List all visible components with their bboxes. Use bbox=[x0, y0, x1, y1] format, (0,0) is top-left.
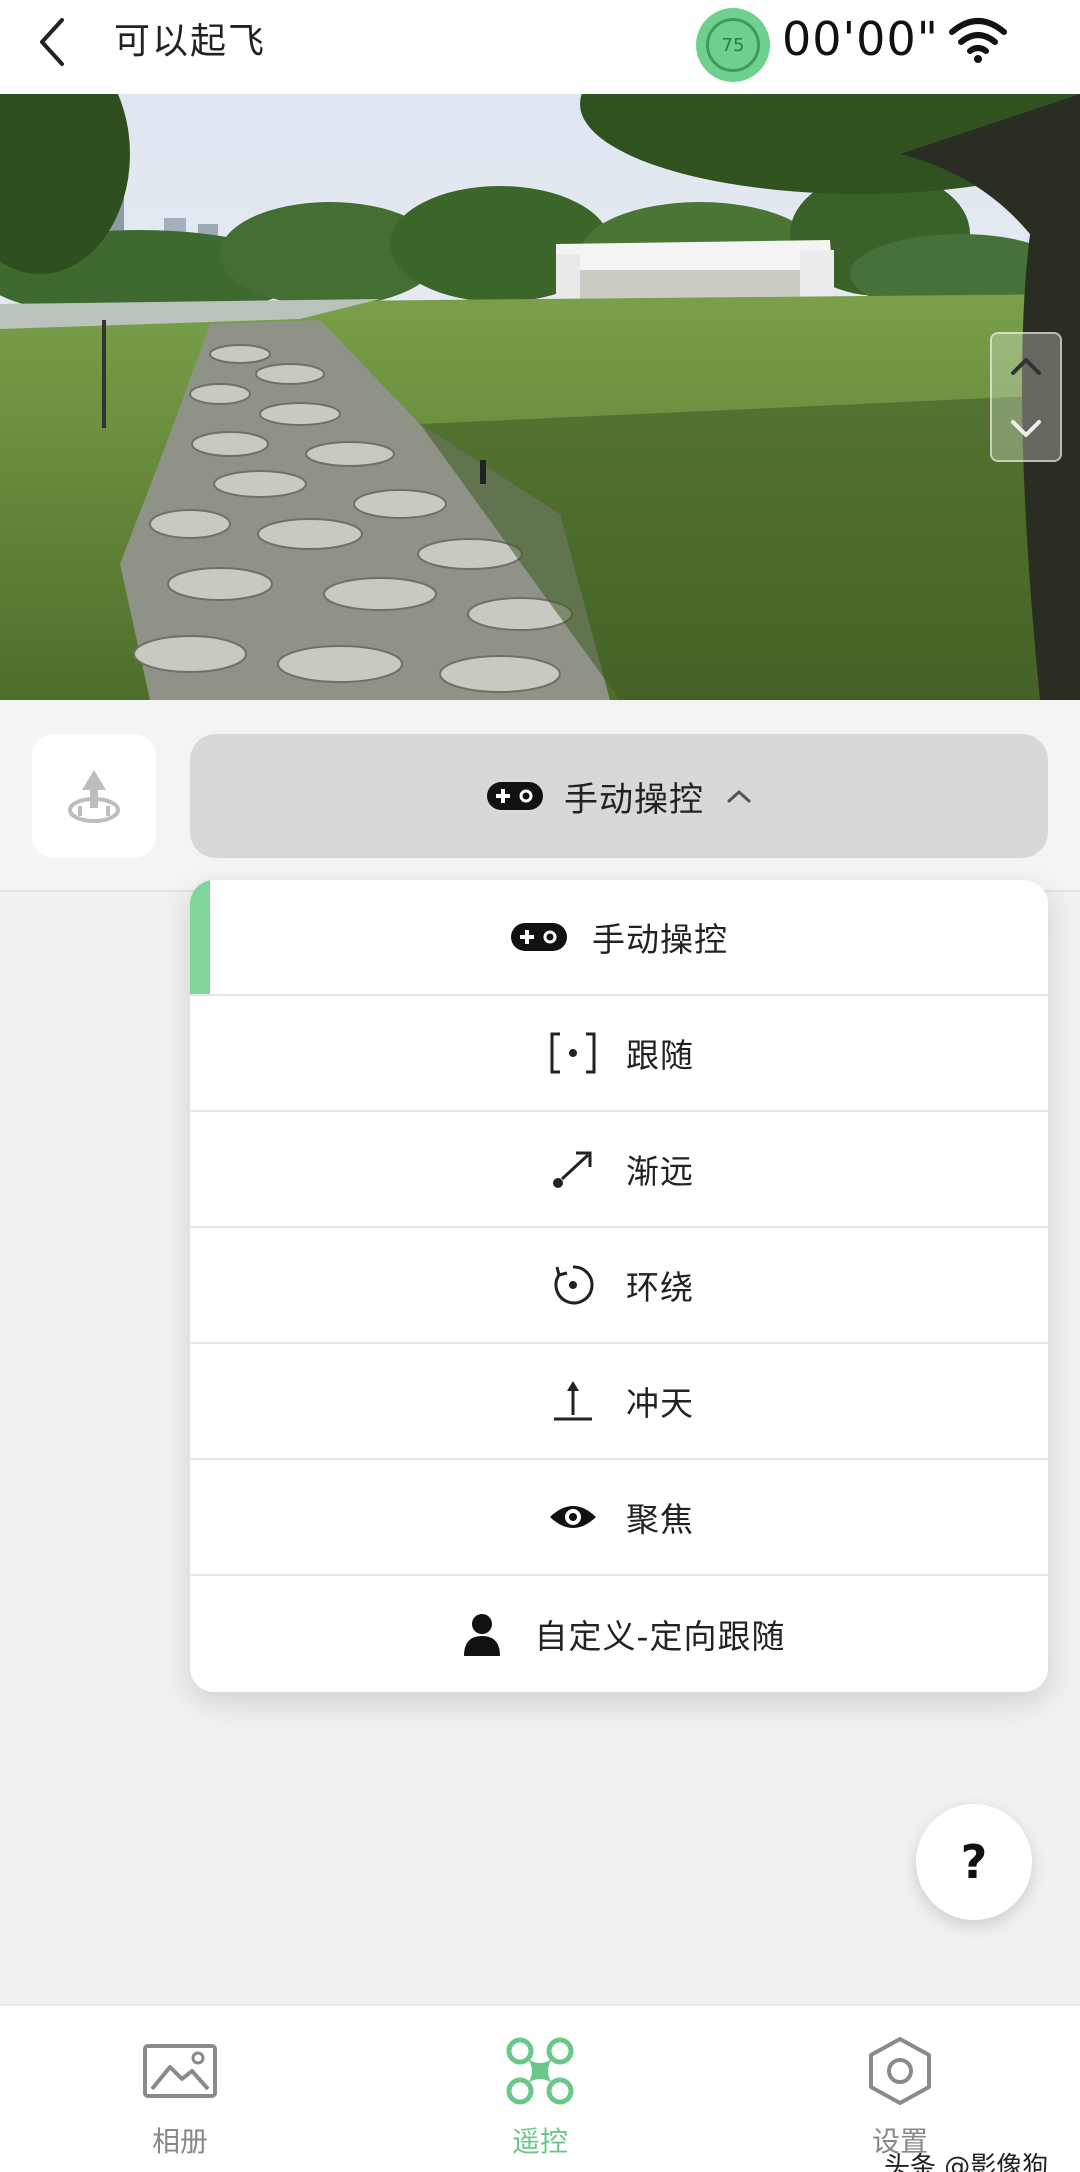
gimbal-down-button[interactable] bbox=[992, 397, 1060, 460]
camera-live-view[interactable] bbox=[0, 94, 1080, 700]
hexagon-settings-icon bbox=[869, 2037, 931, 2105]
menu-item-dronie[interactable]: 渐远 bbox=[190, 1112, 1048, 1228]
focus-frame-icon bbox=[550, 1032, 596, 1074]
menu-item-spotlight[interactable]: 聚焦 bbox=[190, 1460, 1048, 1576]
nav-item-remote-control[interactable]: 遥控 bbox=[450, 2036, 630, 2166]
gamepad-icon bbox=[511, 923, 567, 951]
takeoff-icon bbox=[68, 770, 120, 823]
orbit-icon bbox=[554, 1265, 594, 1305]
watermark-text: 头条 @影像狗 bbox=[884, 2152, 1049, 2172]
selected-indicator bbox=[190, 880, 210, 994]
menu-item-label: 自定义-定向跟随 bbox=[534, 1617, 786, 1656]
person-icon bbox=[463, 1614, 500, 1656]
menu-item-custom-directional-follow[interactable]: 自定义-定向跟随 bbox=[190, 1576, 1048, 1692]
gimbal-control bbox=[990, 332, 1062, 462]
menu-item-label: 跟随 bbox=[626, 1036, 694, 1075]
chevron-up-icon bbox=[1011, 357, 1041, 375]
menu-item-manual-control[interactable]: 手动操控 bbox=[190, 880, 1048, 996]
nav-item-gallery[interactable]: 相册 bbox=[90, 2036, 270, 2166]
menu-item-rocket[interactable]: 冲天 bbox=[190, 1344, 1048, 1460]
wifi-icon bbox=[949, 18, 1007, 63]
flight-status-title: 可以起飞 bbox=[114, 21, 267, 62]
menu-item-label: 手动操控 bbox=[592, 920, 728, 959]
rocket-up-icon bbox=[554, 1381, 592, 1421]
nav-label: 遥控 bbox=[511, 2125, 568, 2158]
menu-item-label: 渐远 bbox=[626, 1152, 694, 1191]
control-strip: 手动操控 bbox=[0, 700, 1080, 892]
app-screen: 可以起飞 75 00'00" 手动操控 手动操控 跟随 渐远 环绕 冲天 聚焦 … bbox=[0, 0, 1080, 2172]
help-button[interactable]: ? bbox=[916, 1804, 1032, 1920]
chevron-down-icon bbox=[1011, 419, 1041, 437]
flight-mode-selector[interactable]: 手动操控 bbox=[190, 734, 1048, 858]
camera-feed-image bbox=[0, 94, 1080, 700]
menu-item-follow[interactable]: 跟随 bbox=[190, 996, 1048, 1112]
nav-label: 相册 bbox=[151, 2125, 208, 2158]
battery-indicator: 75 bbox=[696, 8, 770, 82]
chevron-left-icon bbox=[40, 18, 64, 66]
flight-mode-menu: 手动操控 跟随 渐远 环绕 冲天 聚焦 自定义-定向跟随 bbox=[190, 880, 1048, 1692]
menu-item-orbit[interactable]: 环绕 bbox=[190, 1228, 1048, 1344]
eye-icon bbox=[550, 1506, 596, 1528]
battery-percent: 75 bbox=[706, 18, 760, 72]
menu-item-label: 聚焦 bbox=[626, 1500, 694, 1539]
gamepad-icon bbox=[487, 782, 543, 810]
chevron-up-icon bbox=[727, 790, 751, 803]
current-mode-label: 手动操控 bbox=[564, 779, 704, 820]
back-button[interactable] bbox=[30, 10, 80, 70]
drone-icon bbox=[506, 2037, 574, 2105]
menu-item-label: 环绕 bbox=[626, 1268, 694, 1307]
takeoff-button[interactable] bbox=[32, 734, 156, 858]
menu-item-label: 冲天 bbox=[626, 1384, 694, 1423]
top-status-bar: 可以起飞 75 00'00" bbox=[0, 0, 1080, 94]
diagonal-arrow-icon bbox=[553, 1151, 592, 1188]
gallery-icon bbox=[143, 2044, 217, 2098]
gimbal-up-button[interactable] bbox=[992, 334, 1060, 397]
flight-timer: 00'00" bbox=[782, 12, 939, 66]
